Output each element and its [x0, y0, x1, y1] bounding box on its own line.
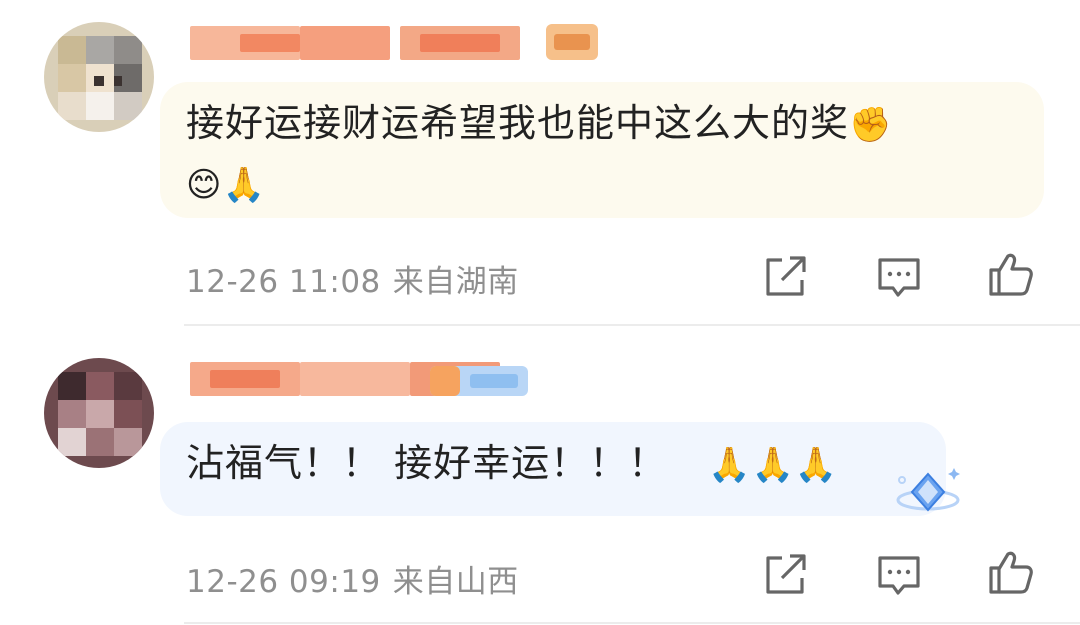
comment-text: 接好运接财运希望我也能中这么大的奖 [186, 101, 850, 145]
fist-emoji: ✊ [849, 105, 893, 145]
comment-date: 12-26 09:19 [186, 564, 381, 600]
avatar[interactable] [44, 22, 154, 132]
level-badge [430, 366, 528, 396]
diamond-decoration-icon [892, 462, 962, 522]
comment-bubble[interactable]: 接好运接财运希望我也能中这么大的奖✊ 😊🙏 [160, 82, 1044, 218]
divider [184, 622, 1080, 624]
pray-emoji: 🙏 [794, 445, 839, 485]
comment-meta: 12-26 09:19 来自山西 [186, 556, 531, 601]
avatar[interactable] [44, 358, 154, 468]
level-badge [546, 24, 598, 60]
thumbs-up-icon[interactable] [986, 250, 1036, 300]
comment-icon[interactable] [874, 252, 924, 302]
comment-bubble[interactable]: 沾福气！！ 接好幸运！！！ 🙏🙏🙏 [160, 422, 946, 516]
comment-icon[interactable] [874, 550, 924, 600]
comment-item: 沾福气！！ 接好幸运！！！ 🙏🙏🙏 12-26 09:19 来自山西 [0, 326, 1080, 625]
share-icon[interactable] [760, 252, 810, 302]
comment-date: 12-26 11:08 [186, 264, 381, 300]
pray-emoji: 🙏 [708, 445, 752, 485]
comment-text: 沾福气！！ 接好幸运！！！ [186, 441, 668, 485]
pray-emoji: 🙏 [222, 165, 266, 205]
comment-item: 接好运接财运希望我也能中这么大的奖✊ 😊🙏 12-26 11:08 来自湖南 [0, 0, 1080, 325]
comment-location: 来自山西 [392, 564, 519, 600]
pray-emoji: 🙏 [751, 445, 795, 485]
comment-meta: 12-26 11:08 来自湖南 [186, 256, 531, 301]
blush-emoji: 😊 [186, 165, 223, 205]
share-icon[interactable] [760, 550, 810, 600]
comment-location: 来自湖南 [392, 264, 519, 300]
thumbs-up-icon[interactable] [986, 548, 1036, 598]
